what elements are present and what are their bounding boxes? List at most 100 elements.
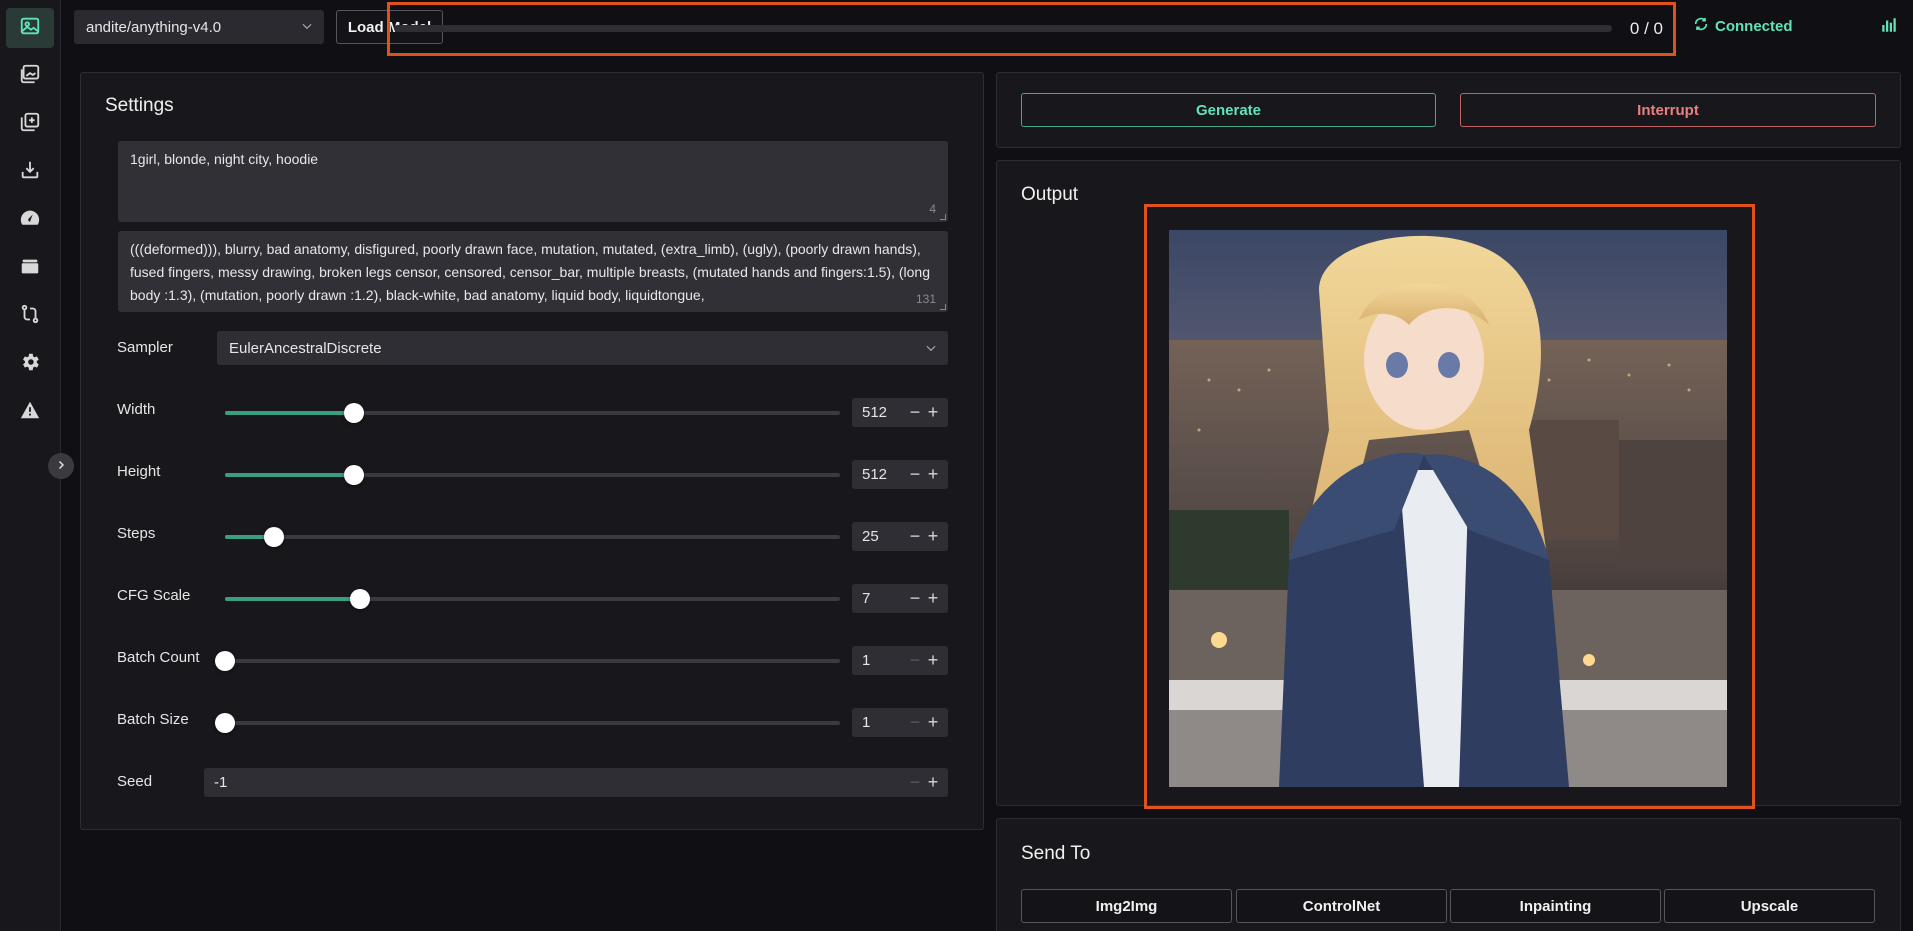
width-decrement-button[interactable]: − (906, 398, 924, 427)
sampler-value: EulerAncestralDiscrete (229, 339, 382, 357)
batch-size-decrement-button[interactable]: − (906, 708, 924, 737)
height-increment-button[interactable]: + (924, 460, 942, 489)
output-image[interactable] (1169, 230, 1727, 787)
batch-count-slider[interactable] (215, 651, 840, 671)
speedometer-icon (19, 207, 41, 233)
performance-chart-icon[interactable] (1880, 16, 1898, 34)
sync-icon (1693, 16, 1709, 36)
seed-input[interactable]: -1 − + (204, 768, 948, 797)
batch-size-slider[interactable] (215, 713, 840, 733)
prompt-input[interactable]: 1girl, blonde, night city, hoodie 4 (118, 141, 948, 222)
progress-text: 0 / 0 (1629, 19, 1663, 38)
resize-handle[interactable] (940, 214, 946, 220)
steps-slider[interactable] (225, 527, 840, 547)
sidebar-collapse-button[interactable] (48, 453, 74, 479)
output-card: Output (996, 160, 1901, 809)
settings-card: Settings 1girl, blonde, night city, hood… (80, 72, 984, 830)
height-decrement-button[interactable]: − (906, 460, 924, 489)
seed-decrement-button[interactable]: − (906, 768, 924, 797)
cfg-decrement-button[interactable]: − (906, 584, 924, 613)
width-slider[interactable] (225, 403, 840, 423)
output-image-frame (1144, 204, 1755, 809)
prompt-text: 1girl, blonde, night city, hoodie (130, 151, 319, 167)
actions-card: Generate Interrupt (996, 72, 1901, 148)
batch-size-input[interactable]: 1 − + (852, 708, 948, 737)
chevron-down-icon (924, 341, 938, 355)
interrupt-button[interactable]: Interrupt (1460, 93, 1876, 127)
slider-handle[interactable] (264, 527, 285, 547)
height-label: Height (117, 463, 161, 480)
git-compare-icon (19, 303, 41, 329)
batch-count-input[interactable]: 1 − + (852, 646, 948, 675)
batch-size-increment-button[interactable]: + (924, 708, 942, 737)
send-to-inpainting-button[interactable]: Inpainting (1450, 889, 1661, 923)
width-increment-button[interactable]: + (924, 398, 942, 427)
cfg-scale-input[interactable]: 7 − + (852, 584, 948, 613)
negative-prompt-token-count: 131 (915, 292, 936, 306)
slider-fill (225, 597, 361, 601)
add-layer-icon (19, 111, 41, 137)
resize-handle[interactable] (940, 304, 946, 310)
seed-value: -1 (214, 774, 228, 791)
cfg-scale-slider[interactable] (225, 589, 840, 609)
connection-label: Connected (1715, 17, 1793, 35)
warning-icon (19, 399, 41, 425)
width-label: Width (117, 401, 156, 418)
sidebar-item-img2img[interactable] (6, 56, 54, 96)
sidebar-item-settings[interactable] (6, 344, 54, 384)
send-to-card: Send To Img2Img ControlNet Inpainting Up… (996, 818, 1901, 931)
connection-status[interactable]: Connected (1693, 16, 1793, 36)
chevron-right-icon (55, 458, 67, 475)
sampler-select[interactable]: EulerAncestralDiscrete (217, 331, 948, 365)
output-title: Output (1021, 184, 1079, 205)
steps-input[interactable]: 25 − + (852, 522, 948, 551)
cfg-scale-value: 7 (862, 590, 871, 607)
sampler-label: Sampler (117, 339, 173, 356)
send-to-img2img-button[interactable]: Img2Img (1021, 889, 1232, 923)
chevron-down-icon (300, 19, 314, 33)
send-to-title: Send To (1021, 843, 1091, 864)
progress-bar-region: 0 / 0 (387, 2, 1676, 56)
sidebar-item-models[interactable] (6, 248, 54, 288)
width-value: 512 (862, 404, 888, 421)
settings-title: Settings (105, 95, 174, 116)
slider-handle[interactable] (215, 651, 235, 671)
slider-handle[interactable] (344, 465, 365, 485)
image-icon (19, 15, 41, 41)
batch-size-value: 1 (862, 714, 871, 731)
prompt-token-count: 4 (929, 202, 936, 216)
send-to-upscale-button[interactable]: Upscale (1664, 889, 1875, 923)
height-value: 512 (862, 466, 888, 483)
sidebar-item-warnings[interactable] (6, 392, 54, 432)
images-icon (19, 63, 41, 89)
progress-bar (394, 25, 1612, 32)
batch-count-increment-button[interactable]: + (924, 646, 942, 675)
steps-increment-button[interactable]: + (924, 522, 942, 551)
sidebar-item-download[interactable] (6, 152, 54, 192)
sidebar-item-convert[interactable] (6, 296, 54, 336)
slider-handle[interactable] (350, 589, 371, 609)
model-select[interactable]: andite/anything-v4.0 (74, 10, 324, 44)
sidebar-item-benchmark[interactable] (6, 200, 54, 240)
steps-decrement-button[interactable]: − (906, 522, 924, 551)
cfg-scale-label: CFG Scale (117, 587, 191, 604)
slider-handle[interactable] (215, 713, 235, 733)
height-slider[interactable] (225, 465, 840, 485)
steps-value: 25 (862, 528, 879, 545)
sidebar-item-txt2img[interactable] (6, 8, 54, 48)
steps-label: Steps (117, 525, 156, 542)
negative-prompt-input[interactable]: (((deformed))), blurry, bad anatomy, dis… (118, 231, 948, 312)
slider-handle[interactable] (344, 403, 365, 423)
height-input[interactable]: 512 − + (852, 460, 948, 489)
cfg-increment-button[interactable]: + (924, 584, 942, 613)
archive-icon (19, 255, 41, 281)
send-to-controlnet-button[interactable]: ControlNet (1236, 889, 1447, 923)
seed-increment-button[interactable]: + (924, 768, 942, 797)
sidebar-item-extra[interactable] (6, 104, 54, 144)
batch-count-value: 1 (862, 652, 871, 669)
generate-button[interactable]: Generate (1021, 93, 1436, 127)
batch-size-label: Batch Size (117, 711, 189, 728)
gear-icon (19, 351, 41, 377)
batch-count-decrement-button[interactable]: − (906, 646, 924, 675)
width-input[interactable]: 512 − + (852, 398, 948, 427)
